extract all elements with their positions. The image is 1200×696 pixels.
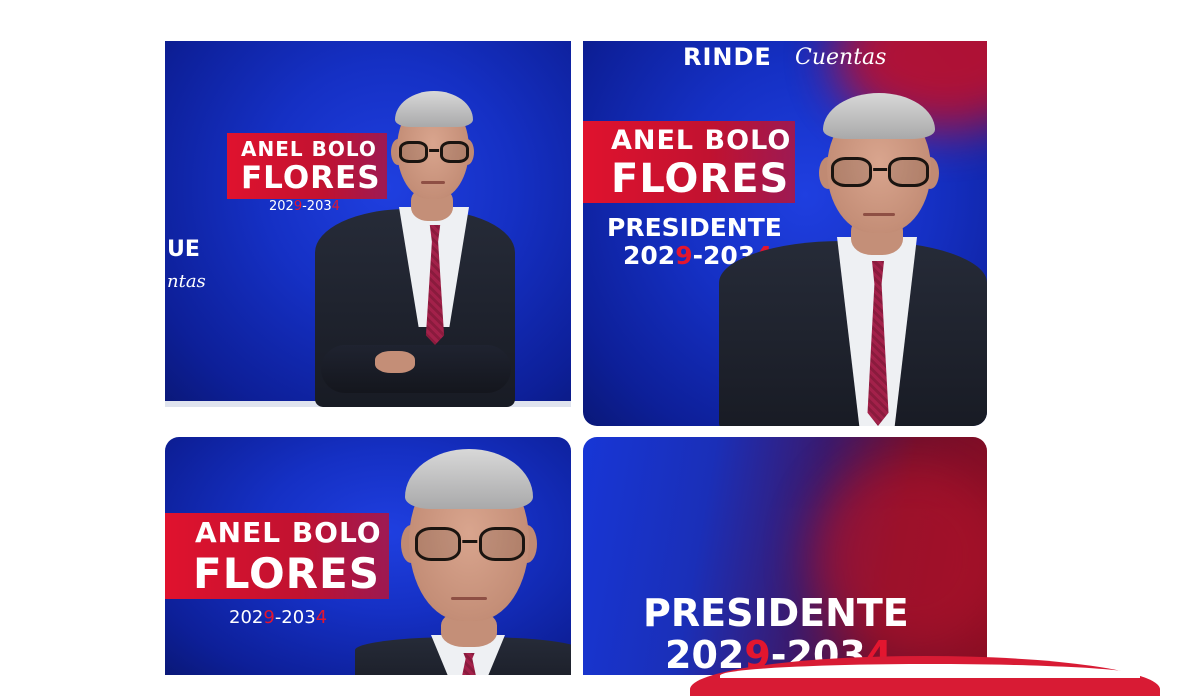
candidate-photo [315, 89, 565, 407]
years-highlight: 4 [315, 607, 328, 628]
crossed-arms [321, 345, 511, 393]
mouth [863, 213, 895, 216]
hair [395, 91, 473, 127]
campaign-image-3: ANEL BOLO FLORES 2029-2034 [165, 437, 571, 675]
hair [823, 93, 935, 139]
name-banner: ANEL BOLO FLORES [165, 513, 389, 599]
hand [375, 351, 415, 373]
mouth [421, 181, 445, 184]
campaign-image-1: UE ntas ANEL BOLO FLORES 2029-2034 [165, 41, 571, 407]
years-highlight: 9 [293, 199, 303, 214]
mouth [451, 597, 487, 600]
hair [405, 449, 533, 509]
term-years: 2029-2034 [229, 607, 327, 628]
rinde-title: RINDE [683, 43, 772, 71]
candidate-photo [719, 91, 987, 426]
campaign-image-4: PRESIDENTE 2029-2034 [583, 437, 987, 675]
years-part: -203 [274, 607, 316, 628]
years-part: 202 [665, 633, 745, 675]
candidate-photo [355, 447, 571, 675]
years-highlight: 9 [263, 607, 275, 628]
cuentas-title: Cuentas [795, 45, 887, 70]
edge-text-ue: UE [167, 237, 200, 262]
edge-text-cuentas: ntas [167, 271, 206, 292]
glasses-icon [399, 141, 469, 165]
glasses-icon [415, 527, 525, 563]
years-part: 202 [269, 199, 294, 214]
presidente-label: PRESIDENTE [643, 591, 909, 635]
years-part: 202 [229, 607, 264, 628]
glasses-icon [831, 157, 929, 189]
years-highlight: 9 [675, 241, 693, 270]
years-part: 202 [623, 241, 676, 270]
name-line-1: ANEL BOLO [195, 516, 382, 549]
campaign-image-2: P RINDE Cuentas ANEL BOLO FLORES PRESIDE… [583, 41, 987, 426]
name-line-2: FLORES [193, 549, 380, 598]
